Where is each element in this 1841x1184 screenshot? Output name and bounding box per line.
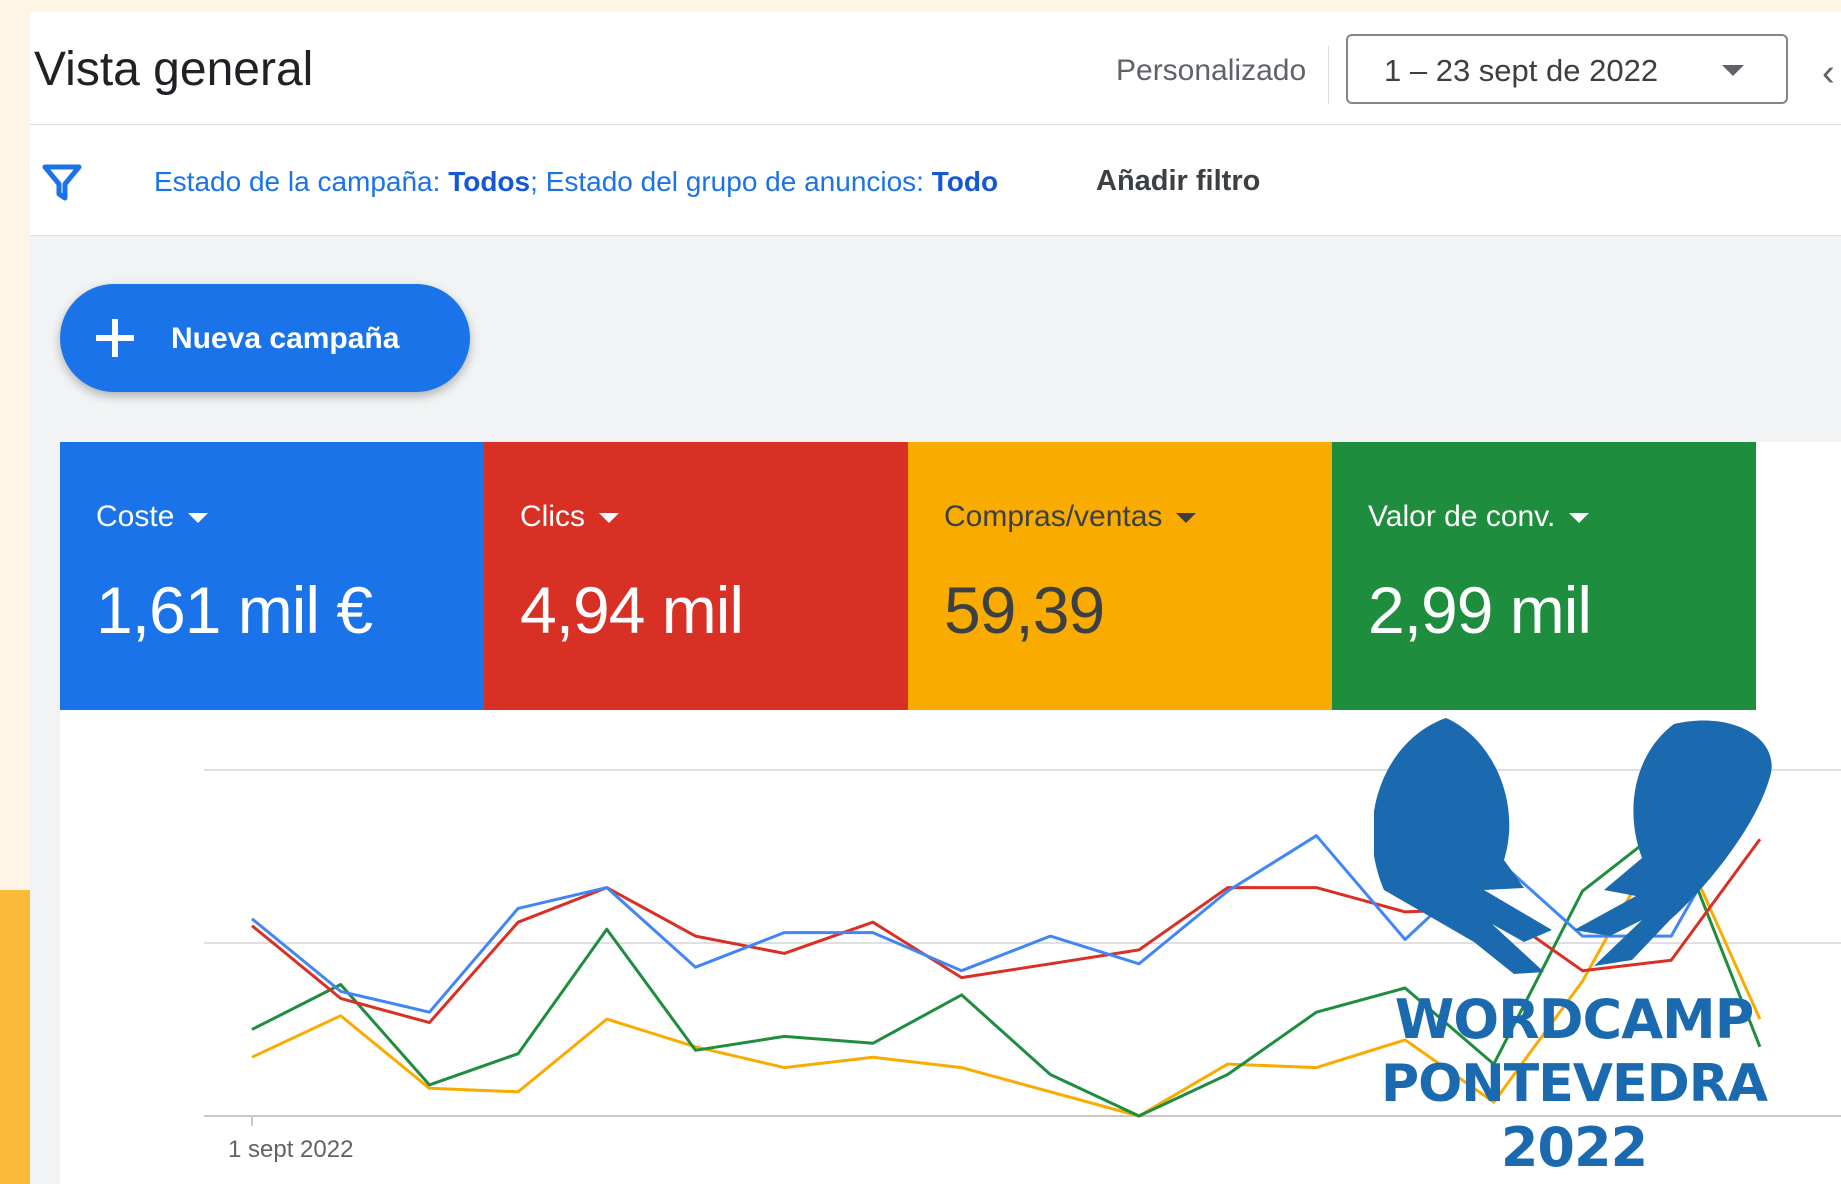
date-range-value: 1 – 23 sept de 2022 xyxy=(1384,53,1659,88)
metric-label: Valor de conv. xyxy=(1368,500,1590,534)
metric-label-text: Valor de conv. xyxy=(1368,500,1556,533)
divider xyxy=(1328,46,1329,104)
metric-card-purchases[interactable]: Compras/ventas 59,39 xyxy=(908,442,1332,710)
chevron-left-icon[interactable]: ‹ xyxy=(1822,52,1835,95)
metric-value: 2,99 mil xyxy=(1368,573,1592,647)
logo-line-3: 2022 xyxy=(1500,1116,1648,1179)
campaign-status-label: Estado de la campaña: xyxy=(154,166,449,197)
metric-label: Compras/ventas xyxy=(944,500,1197,534)
x-axis-tick-label: 1 sept 2022 xyxy=(228,1136,354,1163)
metric-card-clicks[interactable]: Clics 4,94 mil xyxy=(484,442,908,710)
plus-icon xyxy=(96,319,134,357)
new-campaign-label: Nueva campaña xyxy=(171,322,400,355)
chevron-down-icon xyxy=(1722,65,1744,76)
metric-value: 4,94 mil xyxy=(520,573,744,647)
caret-down-icon xyxy=(1176,513,1197,524)
caret-down-icon xyxy=(1569,513,1590,524)
metric-card-cost[interactable]: Coste 1,61 mil € xyxy=(60,442,484,710)
date-range-select[interactable]: 1 – 23 sept de 2022 xyxy=(1346,34,1788,104)
filter-icon[interactable] xyxy=(42,163,82,203)
metric-cards: Coste 1,61 mil € Clics 4,94 mil Compras/… xyxy=(60,442,1841,710)
metric-label: Coste xyxy=(96,500,209,534)
new-campaign-button[interactable]: Nueva campaña xyxy=(60,284,470,392)
metric-value: 1,61 mil € xyxy=(96,573,373,647)
metric-label: Clics xyxy=(520,500,619,534)
caret-down-icon xyxy=(188,513,209,524)
metric-card-conv-value[interactable]: Valor de conv. 2,99 mil xyxy=(1332,442,1756,710)
metric-label-text: Clics xyxy=(520,500,585,533)
date-range-label: Personalizado xyxy=(1116,54,1307,87)
logo-leaves-icon xyxy=(1374,718,1772,974)
metric-label-text: Compras/ventas xyxy=(944,500,1163,533)
metric-card-empty xyxy=(1756,442,1841,710)
frame-top xyxy=(0,0,1841,12)
frame-left-strip xyxy=(0,0,30,890)
ad-group-status-label: Estado del grupo de anuncios: xyxy=(545,166,932,197)
frame-left-accent xyxy=(0,890,30,1184)
add-filter-button[interactable]: Añadir filtro xyxy=(1096,165,1260,198)
logo-line-1: WORDCAMP xyxy=(1394,988,1755,1051)
page-title: Vista general xyxy=(34,43,314,96)
wordcamp-pontevedra-logo: WORDCAMP PONTEVEDRA 2022 xyxy=(1374,710,1774,1184)
caret-down-icon xyxy=(599,513,619,524)
page-header: Vista general Personalizado 1 – 23 sept … xyxy=(30,12,1841,125)
filter-bar: Estado de la campaña: Todos; Estado del … xyxy=(30,125,1841,236)
campaign-status-value: Todos xyxy=(448,166,531,197)
active-filters[interactable]: Estado de la campaña: Todos; Estado del … xyxy=(154,166,998,198)
filter-separator: ; xyxy=(530,166,546,197)
ad-group-status-value: Todo xyxy=(931,166,999,197)
metric-value: 59,39 xyxy=(944,573,1105,647)
metric-label-text: Coste xyxy=(96,500,175,533)
logo-line-2: PONTEVEDRA xyxy=(1380,1054,1768,1114)
